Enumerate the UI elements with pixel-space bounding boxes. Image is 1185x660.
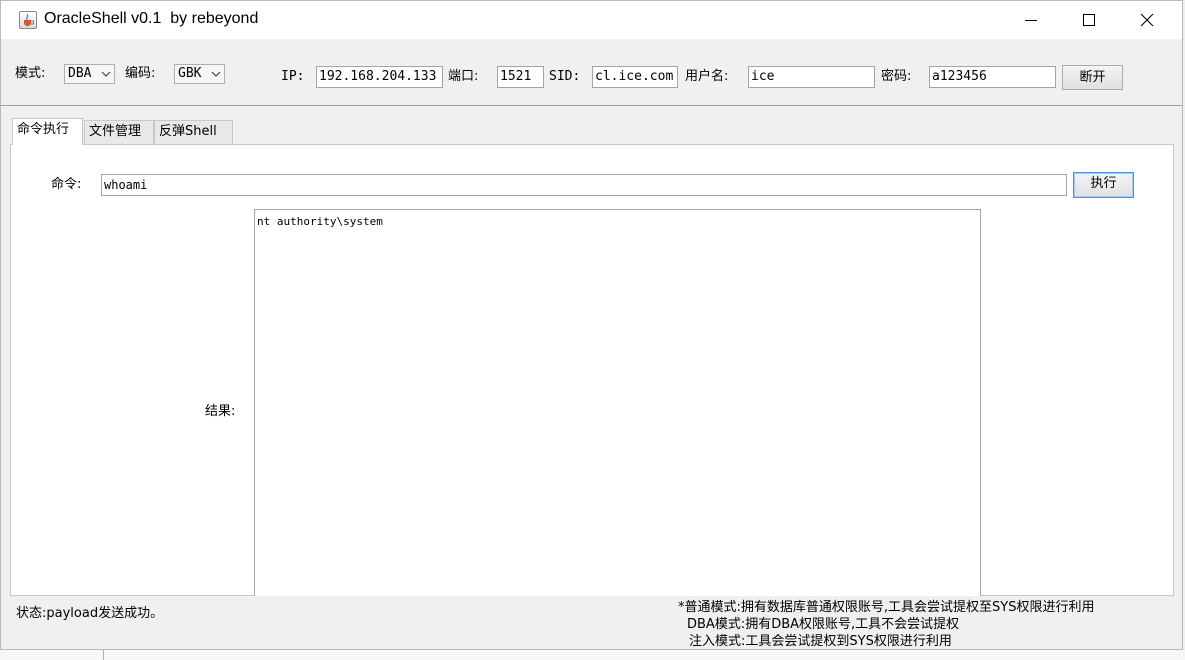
app-window: OracleShell v0.1 by rebeyond 模式: DBA 编码:…: [0, 0, 1183, 650]
command-label: 命令:: [51, 177, 82, 192]
port-label: 端口:: [448, 69, 479, 84]
port-input[interactable]: 1521: [497, 66, 544, 88]
mode-note-normal: *普通模式:拥有数据库普通权限账号,工具会尝试提权至SYS权限进行利用: [678, 600, 1095, 615]
ip-label: IP:: [281, 69, 305, 84]
mode-value: DBA: [68, 66, 92, 81]
tab-reverse-shell[interactable]: 反弹Shell: [154, 120, 233, 144]
toolbar-separator: [1, 105, 1182, 106]
ip-input[interactable]: 192.168.204.133: [316, 66, 443, 88]
sid-input[interactable]: cl.ice.com: [592, 66, 678, 88]
minimize-button[interactable]: [1002, 1, 1060, 39]
close-icon: [1140, 13, 1154, 27]
close-button[interactable]: [1118, 1, 1176, 39]
mode-note-injection: 注入模式:工具会尝试提权到SYS权限进行利用: [689, 634, 952, 649]
chevron-down-icon: [101, 71, 111, 77]
background-divider: [103, 650, 104, 660]
mode-label: 模式:: [15, 66, 46, 81]
status-bar: 状态:payload发送成功。 *普通模式:拥有数据库普通权限账号,工具会尝试提…: [10, 596, 1178, 649]
tab-file-management[interactable]: 文件管理: [84, 120, 154, 144]
command-input[interactable]: whoami: [101, 174, 1067, 196]
mode-select[interactable]: DBA: [64, 64, 115, 84]
tab-command-execution[interactable]: 命令执行: [12, 118, 83, 145]
mode-note-dba: DBA模式:拥有DBA权限账号,工具不会尝试提权: [687, 617, 960, 632]
maximize-button[interactable]: [1060, 1, 1118, 39]
execute-button[interactable]: 执行: [1073, 172, 1134, 198]
java-cup-icon: [19, 11, 37, 29]
encoding-select[interactable]: GBK: [174, 64, 225, 84]
result-label: 结果:: [205, 404, 236, 419]
username-input[interactable]: ice: [748, 66, 875, 88]
chevron-down-icon: [211, 71, 221, 77]
username-label: 用户名:: [685, 69, 729, 84]
password-input[interactable]: a123456: [929, 66, 1056, 88]
minimize-icon: [1025, 20, 1037, 21]
background-window-edge: [0, 650, 1185, 660]
window-title: OracleShell v0.1 by rebeyond: [44, 10, 259, 27]
sid-label: SID:: [549, 69, 581, 84]
encoding-label: 编码:: [125, 66, 156, 81]
password-label: 密码:: [881, 69, 912, 84]
title-bar[interactable]: OracleShell v0.1 by rebeyond: [1, 1, 1182, 39]
maximize-icon: [1083, 14, 1095, 26]
disconnect-button[interactable]: 断开: [1062, 65, 1123, 90]
status-text: 状态:payload发送成功。: [16, 606, 164, 621]
encoding-value: GBK: [178, 66, 202, 81]
result-textarea[interactable]: nt authority\system: [254, 209, 981, 609]
